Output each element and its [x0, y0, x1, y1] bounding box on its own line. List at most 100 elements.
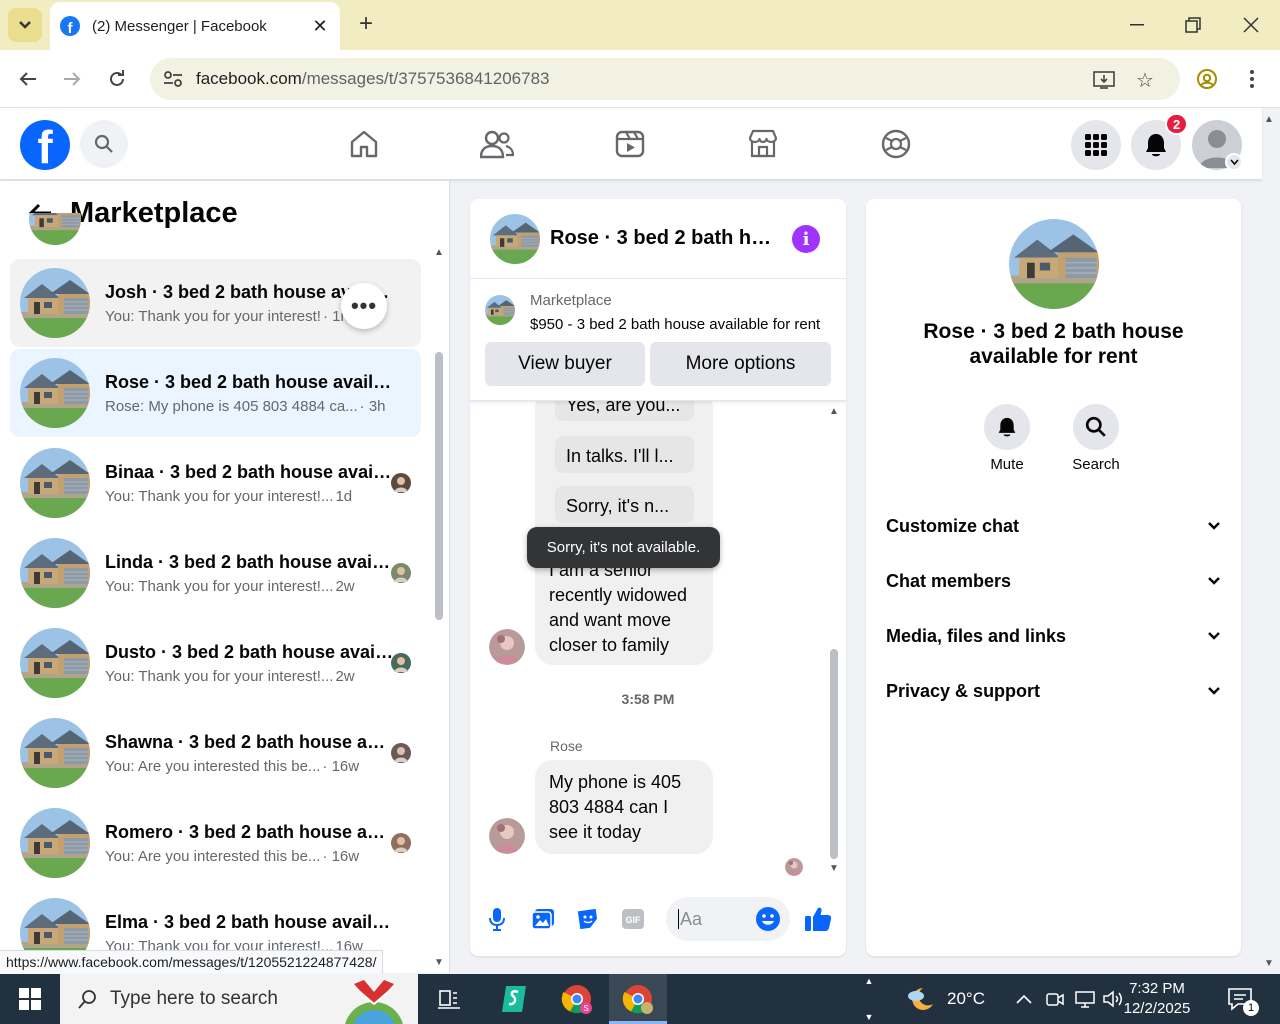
conversation-snippet: You: Thank you for your interest!... 2w [105, 578, 395, 595]
url-domain: facebook.com [196, 69, 302, 88]
browser-toolbar: facebook.com/messages/t/3757536841206783… [0, 50, 1280, 108]
quick-reply-2[interactable]: In talks. I'll l... [555, 436, 694, 473]
page-scroll-up-arrow[interactable]: ▲ [1264, 114, 1274, 125]
conversation-item[interactable]: Romero · 3 bed 2 bath house available fo… [10, 799, 421, 887]
chevron-down-icon [1208, 687, 1220, 695]
taskbar-app-s[interactable] [485, 974, 543, 1024]
quick-reply-3[interactable]: Sorry, it's n... [555, 486, 694, 523]
conversation-avatar [20, 628, 90, 698]
info-section-label: Chat members [886, 570, 1012, 591]
start-button[interactable] [0, 974, 60, 1024]
view-buyer-button[interactable]: View buyer [485, 342, 645, 386]
forward-button[interactable] [55, 62, 89, 96]
site-info-icon[interactable] [162, 69, 184, 89]
close-window-button[interactable] [1233, 8, 1269, 42]
chat-scrollbar[interactable] [830, 649, 838, 859]
nav-gaming[interactable] [878, 126, 914, 162]
new-tab-button[interactable]: + [352, 10, 380, 38]
profile-button[interactable] [1190, 62, 1224, 96]
info-section-2[interactable]: Media, files and links [886, 616, 1221, 656]
search-action[interactable]: Search [1061, 404, 1131, 473]
conversation-options-button[interactable]: ••• [341, 283, 387, 329]
show-hidden-icons[interactable] [1015, 974, 1033, 1024]
mute-button[interactable] [984, 404, 1030, 450]
chat-header[interactable]: Rose · 3 bed 2 bath house available for … [470, 199, 846, 279]
info-section-1[interactable]: Chat members [886, 561, 1221, 601]
more-options-button[interactable]: More options [650, 342, 831, 386]
conversation-item[interactable]: Shawna · 3 bed 2 bath house available fo… [10, 709, 421, 797]
reload-button[interactable] [100, 62, 134, 96]
volume-icon[interactable] [1102, 974, 1124, 1024]
buyer-mini-avatar [391, 833, 411, 853]
last-message: You: Are you interested this be... [105, 757, 321, 775]
close-icon [1243, 17, 1259, 33]
nav-home[interactable] [346, 126, 382, 162]
tab-close-icon[interactable]: ✕ [310, 16, 330, 37]
conversation-item[interactable]: Linda · 3 bed 2 bath house available for… [10, 529, 421, 617]
emoji-icon[interactable] [753, 904, 783, 934]
clock-date: 12/2/2025 [1123, 1000, 1191, 1017]
microphone-icon[interactable] [482, 904, 512, 934]
nav-video[interactable] [612, 126, 648, 162]
system-clock[interactable]: 7:32 PM 12/2/2025 [1122, 979, 1192, 1019]
chat-scroll-up-arrow[interactable]: ▲ [829, 406, 839, 417]
marketplace-icon [748, 129, 778, 158]
message-bubble-incoming-2[interactable]: My phone is 405 803 4884 can I see it to… [535, 760, 713, 854]
list-scrollbar[interactable] [435, 352, 443, 620]
gif-icon[interactable]: GIF [618, 904, 648, 934]
windows-logo-icon [19, 988, 41, 1010]
menu-button[interactable] [1071, 120, 1121, 170]
address-bar[interactable]: facebook.com/messages/t/3757536841206783… [150, 58, 1180, 100]
conversation-avatar [20, 448, 90, 518]
mute-action[interactable]: Mute [972, 404, 1042, 473]
browser-menu-button[interactable] [1235, 62, 1269, 96]
listing-thumbnail [485, 295, 515, 325]
chat-scroll-down-arrow[interactable]: ▼ [829, 863, 839, 874]
weather-widget[interactable]: 20°C [905, 974, 985, 1024]
account-chevron[interactable] [1225, 153, 1243, 171]
info-section-3[interactable]: Privacy & support [886, 671, 1221, 711]
taskbar-chrome-profile-2[interactable] [609, 974, 667, 1024]
back-button[interactable] [11, 62, 45, 96]
conversation-snippet: You: Thank you for your interest!... 1d [105, 488, 395, 505]
list-scroll-up-arrow[interactable]: ▲ [434, 247, 444, 258]
sender-avatar-2[interactable] [489, 818, 525, 854]
info-section-0[interactable]: Customize chat [886, 506, 1221, 546]
thumbs-up-icon[interactable] [803, 904, 833, 934]
restore-button[interactable] [1175, 8, 1211, 42]
notification-center[interactable]: 1 [1226, 974, 1259, 1024]
taskbar-search-box[interactable]: Type here to search [60, 974, 418, 1024]
conversation-text: Linda · 3 bed 2 bath house available for… [105, 552, 395, 595]
task-view-button[interactable] [420, 974, 478, 1024]
search-conversation-button[interactable] [1073, 404, 1119, 450]
meet-now-icon[interactable] [1045, 974, 1065, 1024]
page-scroll-down-arrow[interactable]: ▼ [1264, 958, 1274, 969]
listing-title[interactable]: $950 - 3 bed 2 bath house available for … [530, 316, 830, 333]
conversation-item[interactable]: Dusto · 3 bed 2 bath house available for… [10, 619, 421, 707]
windows-taskbar: Type here to search S ▲ ▼ 20°C 7:32 PM 12… [0, 974, 1280, 1024]
read-receipt-avatar [785, 858, 803, 876]
nav-friends[interactable] [479, 126, 515, 162]
browser-tab[interactable]: f (2) Messenger | Facebook ✕ [50, 2, 340, 50]
conversation-item[interactable]: Binaa · 3 bed 2 bath house available for… [10, 439, 421, 527]
sticker-icon[interactable] [573, 904, 603, 934]
buyer-mini-avatar [391, 743, 411, 763]
bell-icon [1146, 134, 1166, 157]
photo-icon[interactable] [528, 904, 558, 934]
bookmark-star-icon[interactable]: ☆ [1133, 68, 1157, 92]
sender-avatar[interactable] [489, 629, 525, 665]
conversation-item[interactable]: Rose · 3 bed 2 bath house available for … [10, 349, 421, 437]
last-message-time: 2w [335, 577, 355, 595]
facebook-search-button[interactable] [80, 120, 128, 168]
minimize-button[interactable] [1119, 8, 1155, 42]
nav-marketplace[interactable] [745, 126, 781, 162]
info-icon[interactable]: i [792, 225, 820, 253]
network-icon[interactable] [1074, 974, 1096, 1024]
taskbar-chrome-profile-1[interactable]: S [548, 974, 606, 1024]
tab-search-dropdown[interactable] [8, 8, 42, 42]
list-scroll-down-arrow[interactable]: ▼ [434, 957, 444, 968]
taskbar-scroll[interactable]: ▲ ▼ [862, 976, 876, 1022]
facebook-logo[interactable]: f [20, 120, 70, 170]
conversation-avatar[interactable] [1009, 219, 1099, 309]
install-app-icon[interactable] [1092, 68, 1116, 92]
